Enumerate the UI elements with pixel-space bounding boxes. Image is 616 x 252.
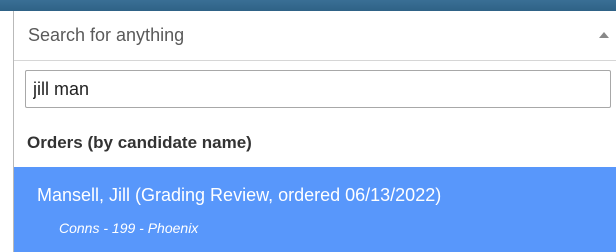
search-dropdown: Search for anything Orders (by candidate… [13, 11, 616, 252]
caret-up-icon[interactable] [599, 32, 609, 38]
result-title: Mansell, Jill (Grading Review, ordered 0… [37, 185, 442, 205]
result-subtitle: Conns - 199 - Phoenix [59, 220, 199, 236]
header-strip [0, 0, 616, 11]
search-select[interactable]: Search for anything [14, 11, 616, 61]
search-input[interactable] [25, 70, 611, 108]
select-placeholder: Search for anything [28, 25, 185, 45]
results-group-label: Orders (by candidate name) [27, 133, 252, 152]
page: Search for anything Orders (by candidate… [0, 0, 616, 252]
result-item[interactable]: Mansell, Jill (Grading Review, ordered 0… [14, 167, 616, 252]
